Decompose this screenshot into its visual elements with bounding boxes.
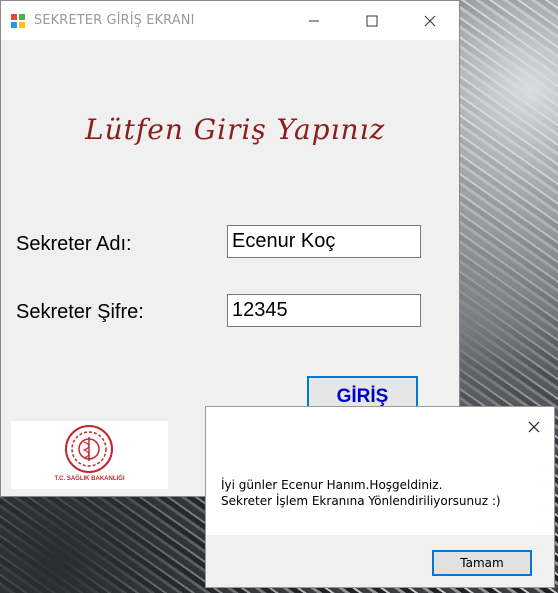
minimize-button[interactable]	[291, 1, 337, 40]
dialog-footer: Tamam	[206, 535, 554, 587]
logo-caption: T.C. SAĞLIK BAKANLIĞI	[54, 476, 125, 482]
dialog-message-line1: İyi günler Ecenur Hanım.Hoşgeldiniz.	[221, 478, 443, 492]
maximize-icon	[366, 15, 378, 26]
username-label: Sekreter Adı:	[16, 233, 132, 255]
message-dialog: İyi günler Ecenur Hanım.Hoşgeldiniz. Sek…	[205, 406, 555, 588]
app-icon	[11, 14, 25, 28]
ministry-emblem-icon	[65, 425, 113, 473]
dialog-close-button[interactable]	[522, 415, 546, 439]
login-heading: Lütfen Giriş Yapınız	[85, 113, 386, 146]
ministry-logo: T.C. SAĞLIK BAKANLIĞI	[11, 421, 168, 489]
close-button[interactable]	[407, 1, 453, 40]
password-field[interactable]: 12345	[227, 294, 421, 327]
dialog-message: İyi günler Ecenur Hanım.Hoşgeldiniz. Sek…	[221, 477, 501, 509]
close-icon	[528, 421, 540, 433]
dialog-message-line2: Sekreter İşlem Ekranına Yönlendiriliyors…	[221, 494, 501, 508]
minimize-icon	[309, 20, 319, 21]
password-label: Sekreter Şifre:	[16, 301, 144, 323]
username-field[interactable]: Ecenur Koç	[227, 225, 421, 258]
title-bar[interactable]: SEKRETER GİRİŞ EKRANI	[1, 1, 459, 40]
close-icon	[424, 15, 436, 26]
ok-button[interactable]: Tamam	[432, 550, 532, 576]
maximize-button[interactable]	[349, 1, 395, 40]
window-title: SEKRETER GİRİŞ EKRANI	[34, 13, 195, 28]
